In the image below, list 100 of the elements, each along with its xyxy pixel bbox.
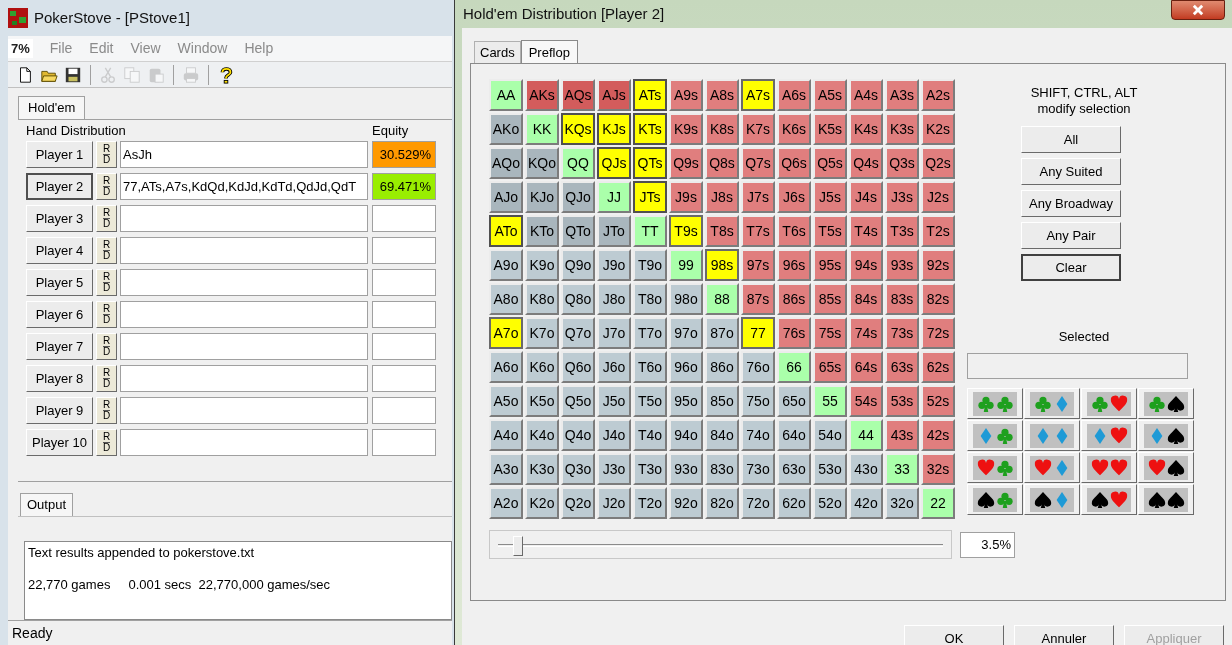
reset-button[interactable]: R D	[96, 237, 117, 264]
hand-cell[interactable]: 22	[921, 487, 955, 519]
hand-cell[interactable]: 95s	[813, 249, 847, 281]
hand-cell[interactable]: J7s	[741, 181, 775, 213]
hand-cell[interactable]: A4o	[489, 419, 523, 451]
hand-cell[interactable]: J6o	[597, 351, 631, 383]
player-button[interactable]: Player 2	[26, 173, 93, 200]
hand-cell[interactable]: A2s	[921, 79, 955, 111]
hand-range-field[interactable]	[120, 301, 368, 328]
hand-range-field[interactable]: AsJh	[120, 141, 368, 168]
reset-button[interactable]: R D	[96, 301, 117, 328]
hand-cell[interactable]: AJs	[597, 79, 631, 111]
tab[interactable]: Preflop	[520, 40, 578, 64]
hand-cell[interactable]: J3o	[597, 453, 631, 485]
hand-cell[interactable]: 84s	[849, 283, 883, 315]
hand-cell[interactable]: K8s	[705, 113, 739, 145]
close-button[interactable]	[1171, 0, 1225, 20]
document-icon[interactable]: 7%	[8, 38, 33, 59]
selection-button[interactable]: Any Broadway	[1021, 190, 1121, 217]
hand-cell[interactable]: K9o	[525, 249, 559, 281]
hand-cell[interactable]: K9s	[669, 113, 703, 145]
hand-cell[interactable]: T5o	[633, 385, 667, 417]
hand-cell[interactable]: 73o	[741, 453, 775, 485]
hand-cell[interactable]: Q6s	[777, 147, 811, 179]
hand-cell[interactable]: J2s	[921, 181, 955, 213]
hand-cell[interactable]: 53s	[885, 385, 919, 417]
hand-cell[interactable]: J5o	[597, 385, 631, 417]
hand-cell[interactable]: K3s	[885, 113, 919, 145]
hand-cell[interactable]: A5o	[489, 385, 523, 417]
hand-cell[interactable]: 65o	[777, 385, 811, 417]
hand-cell[interactable]: 66	[777, 351, 811, 383]
hand-cell[interactable]: 53o	[813, 453, 847, 485]
hand-cell[interactable]: A9o	[489, 249, 523, 281]
hand-cell[interactable]: 83s	[885, 283, 919, 315]
hand-cell[interactable]: 54s	[849, 385, 883, 417]
hand-cell[interactable]: TT	[633, 215, 667, 247]
selection-button[interactable]: Any Suited	[1021, 158, 1121, 185]
reset-button[interactable]: R D	[96, 333, 117, 360]
selection-button[interactable]: All	[1021, 126, 1121, 153]
hand-cell[interactable]: Q4s	[849, 147, 883, 179]
hand-cell[interactable]: K7o	[525, 317, 559, 349]
suit-combo-button[interactable]	[1138, 452, 1194, 483]
hand-cell[interactable]: 42s	[921, 419, 955, 451]
hand-cell[interactable]: 44	[849, 419, 883, 451]
player-button[interactable]: Player 10	[26, 429, 93, 456]
hand-cell[interactable]: 54o	[813, 419, 847, 451]
hand-cell[interactable]: Q8o	[561, 283, 595, 315]
hand-cell[interactable]: Q8s	[705, 147, 739, 179]
hand-cell[interactable]: AJo	[489, 181, 523, 213]
suit-combo-button[interactable]	[1081, 484, 1137, 515]
hand-cell[interactable]: A3o	[489, 453, 523, 485]
dialog-button[interactable]: Annuler	[1014, 625, 1114, 645]
player-button[interactable]: Player 5	[26, 269, 93, 296]
hand-cell[interactable]: 82s	[921, 283, 955, 315]
suit-combo-button[interactable]	[1024, 484, 1080, 515]
hand-cell[interactable]: AA	[489, 79, 523, 111]
hand-cell[interactable]: A3s	[885, 79, 919, 111]
hand-cell[interactable]: K4s	[849, 113, 883, 145]
hand-cell[interactable]: 85s	[813, 283, 847, 315]
player-button[interactable]: Player 1	[26, 141, 93, 168]
player-button[interactable]: Player 9	[26, 397, 93, 424]
hand-cell[interactable]: ATo	[489, 215, 523, 247]
hand-cell[interactable]: 87s	[741, 283, 775, 315]
hand-cell[interactable]: QJs	[597, 147, 631, 179]
hand-cell[interactable]: 63s	[885, 351, 919, 383]
hand-cell[interactable]: 87o	[705, 317, 739, 349]
hand-cell[interactable]: 98o	[669, 283, 703, 315]
hand-cell[interactable]: K6o	[525, 351, 559, 383]
hand-cell[interactable]: A5s	[813, 79, 847, 111]
hand-cell[interactable]: K7s	[741, 113, 775, 145]
hand-cell[interactable]: J3s	[885, 181, 919, 213]
hand-cell[interactable]: Q3s	[885, 147, 919, 179]
hand-cell[interactable]: 93s	[885, 249, 919, 281]
hand-cell[interactable]: 96o	[669, 351, 703, 383]
hand-cell[interactable]: 43s	[885, 419, 919, 451]
hand-cell[interactable]: J5s	[813, 181, 847, 213]
hand-cell[interactable]: Q2s	[921, 147, 955, 179]
player-button[interactable]: Player 7	[26, 333, 93, 360]
hand-cell[interactable]: T6o	[633, 351, 667, 383]
hand-cell[interactable]: 96s	[777, 249, 811, 281]
hand-cell[interactable]: K6s	[777, 113, 811, 145]
hand-cell[interactable]: Q9o	[561, 249, 595, 281]
hand-cell[interactable]: 33	[885, 453, 919, 485]
hand-range-field[interactable]	[120, 429, 368, 456]
player-button[interactable]: Player 6	[26, 301, 93, 328]
hand-cell[interactable]: 64s	[849, 351, 883, 383]
hand-cell[interactable]: ATs	[633, 79, 667, 111]
hand-cell[interactable]: 32o	[885, 487, 919, 519]
hand-cell[interactable]: Q7o	[561, 317, 595, 349]
hand-cell[interactable]: Q4o	[561, 419, 595, 451]
hand-cell[interactable]: K2o	[525, 487, 559, 519]
hand-cell[interactable]: 74s	[849, 317, 883, 349]
hand-cell[interactable]: 64o	[777, 419, 811, 451]
hand-cell[interactable]: A9s	[669, 79, 703, 111]
hand-cell[interactable]: A6s	[777, 79, 811, 111]
hand-cell[interactable]: 97o	[669, 317, 703, 349]
hand-cell[interactable]: 62s	[921, 351, 955, 383]
hand-cell[interactable]: 95o	[669, 385, 703, 417]
hand-range-field[interactable]	[120, 397, 368, 424]
hand-cell[interactable]: 98s	[705, 249, 739, 281]
